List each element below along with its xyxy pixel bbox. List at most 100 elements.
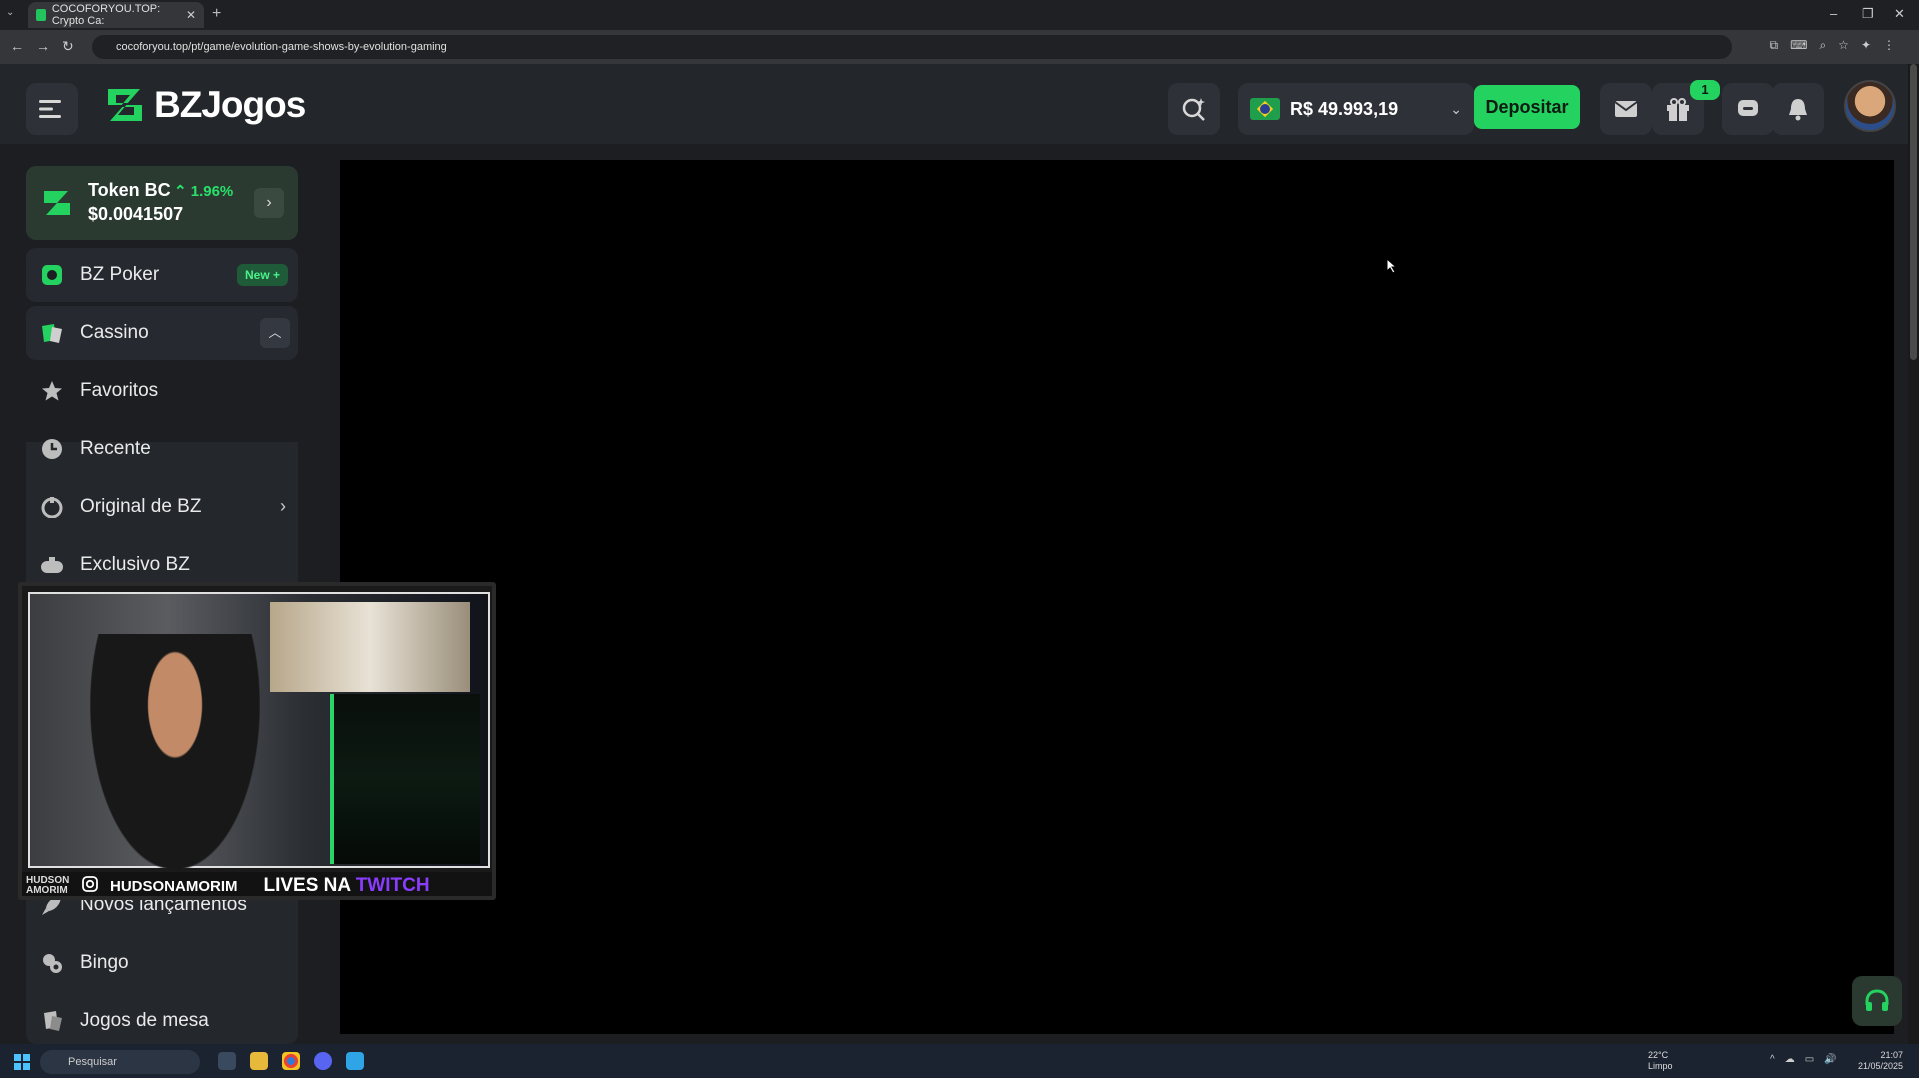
discord-icon[interactable] [314, 1052, 332, 1070]
game-frame[interactable] [340, 160, 1894, 1034]
support-button[interactable] [1852, 976, 1902, 1026]
streamer-brand: HUDSON AMORIM [26, 875, 70, 896]
token-price: $0.0041507 [88, 204, 184, 224]
notifications-button[interactable] [1772, 83, 1824, 135]
twitch-label: TWITCH [355, 875, 430, 896]
search-button[interactable] [1168, 83, 1220, 135]
background-pc [330, 694, 480, 864]
table-games-icon [40, 1009, 64, 1033]
taskbar-apps [218, 1052, 364, 1070]
sidebar-item-label: BZ Poker [80, 264, 160, 285]
new-badge: New + [236, 264, 288, 286]
chat-icon [1738, 100, 1758, 116]
deposit-button[interactable]: Depositar [1474, 85, 1580, 129]
chevron-up-icon[interactable]: ︿ [260, 318, 290, 348]
chevron-down-icon: ⌄ [1450, 100, 1462, 117]
streamer-handle: HUDSONAMORIM [110, 877, 238, 895]
balance-amount: R$ 49.993,19 [1290, 98, 1399, 119]
volume-icon[interactable]: 🔊 [1824, 1054, 1836, 1065]
star-icon [40, 379, 64, 403]
sidebar-item-label: Original de BZ [80, 496, 202, 517]
sidebar-item-bingo[interactable]: Bingo [26, 936, 298, 990]
sidebar-item-bz-poker[interactable]: BZ Poker New + [26, 248, 298, 302]
tray-chevron-icon[interactable]: ^ [1770, 1054, 1775, 1065]
messages-button[interactable] [1600, 83, 1652, 135]
webcam-caption-bar: HUDSON AMORIM HUDSONAMORIM LIVES NA TWIT… [22, 872, 492, 897]
sidebar-item-cassino[interactable]: Cassino ︿ [26, 306, 298, 360]
install-app-icon[interactable]: ⧉ [1770, 38, 1779, 53]
extension-icon[interactable]: ✦ [1861, 38, 1871, 53]
notepad-icon[interactable] [346, 1052, 364, 1070]
network-icon[interactable]: ☁ [1785, 1054, 1795, 1065]
site-logo[interactable]: BZJogos [104, 84, 306, 126]
site-header: BZJogos R$ 49.993,19 ⌄ Depositar 1 [0, 64, 1919, 144]
sidebar-item-jogos-de-mesa[interactable]: Jogos de mesa [26, 994, 298, 1048]
bz-logo-icon [108, 89, 142, 121]
gift-count-badge: 1 [1690, 80, 1720, 100]
casino-cards-icon [40, 321, 64, 345]
original-games-icon [40, 495, 64, 519]
background-shelf [270, 602, 470, 692]
translate-icon[interactable]: ⌨ [1790, 38, 1807, 53]
menu-toggle-button[interactable] [26, 83, 78, 135]
sidebar-item-label: Recente [80, 438, 151, 459]
url-field[interactable]: cocoforyou.top/pt/game/evolution-game-sh… [92, 35, 1732, 59]
taskbar-search[interactable]: Pesquisar [40, 1050, 200, 1074]
sidebar-item-label: Bingo [80, 952, 129, 973]
windows-start-icon[interactable] [14, 1054, 30, 1070]
weather-widget[interactable]: 22°C Limpo [1648, 1050, 1673, 1072]
task-view-icon[interactable] [218, 1052, 236, 1070]
page-scrollbar[interactable] [1908, 64, 1919, 1044]
sidebar-item-label: Exclusivo BZ [80, 554, 190, 575]
forward-icon[interactable]: → [36, 38, 50, 54]
browser-tab[interactable]: COCOFORYOU.TOP: Crypto Ca: ✕ [28, 2, 204, 28]
sidebar-item-recente[interactable]: Recente [26, 422, 298, 476]
taskbar-clock[interactable]: 21:07 21/05/2025 [1858, 1050, 1903, 1072]
chevron-right-icon: › [280, 496, 286, 516]
browser-tab-bar: ⌄ COCOFORYOU.TOP: Crypto Ca: ✕ + – ❐ ✕ [0, 0, 1919, 30]
temperature: 22°C [1648, 1050, 1669, 1060]
scrollbar-thumb[interactable] [1910, 64, 1917, 360]
bookmark-star-icon[interactable]: ☆ [1838, 38, 1849, 53]
sidebar-item-original-bz[interactable]: Original de BZ › [26, 480, 298, 534]
logo-text: BZJogos [154, 84, 306, 125]
restore-icon[interactable]: ❐ [1862, 6, 1874, 22]
chat-button[interactable] [1722, 83, 1774, 135]
token-bc-card[interactable]: Token BC ⌃ 1.96% $0.0041507 › [26, 166, 298, 240]
user-avatar[interactable] [1844, 80, 1896, 132]
mail-icon [1614, 101, 1638, 117]
chrome-icon[interactable] [282, 1052, 300, 1070]
display-icon[interactable]: ▭ [1805, 1054, 1814, 1065]
reload-icon[interactable]: ↻ [62, 38, 74, 55]
file-explorer-icon[interactable] [250, 1052, 268, 1070]
tab-close-icon[interactable]: ✕ [186, 8, 196, 22]
weather-condition: Limpo [1648, 1061, 1673, 1071]
bz-token-icon [44, 191, 70, 215]
chevron-right-icon[interactable]: › [254, 188, 284, 218]
minimize-icon[interactable]: – [1830, 6, 1837, 21]
instagram-icon [82, 875, 98, 897]
token-name: Token BC [88, 180, 171, 200]
headset-icon [1865, 989, 1889, 1011]
window-close-icon[interactable]: ✕ [1894, 6, 1905, 22]
back-icon[interactable]: ← [10, 38, 24, 54]
gift-icon [1667, 98, 1689, 121]
hamburger-icon [39, 100, 61, 118]
sidebar-item-label: Cassino [80, 322, 149, 343]
webcam-video [28, 592, 490, 870]
browser-address-bar: ← → ↻ cocoforyou.top/pt/game/evolution-g… [0, 30, 1919, 64]
zoom-icon[interactable]: ⌕ [1819, 38, 1826, 53]
new-tab-button[interactable]: + [212, 5, 221, 23]
sidebar-item-label: Favoritos [80, 380, 159, 401]
tab-list-dropdown-icon[interactable]: ⌄ [6, 7, 14, 18]
bingo-balls-icon [40, 951, 64, 975]
streamer-webcam-overlay: HUDSON AMORIM HUDSONAMORIM LIVES NA TWIT… [18, 582, 496, 900]
browser-menu-icon[interactable]: ⋮ [1883, 38, 1895, 53]
balance-selector[interactable]: R$ 49.993,19 ⌄ [1238, 83, 1474, 135]
system-tray: ^ ☁ ▭ 🔊 [1770, 1054, 1837, 1065]
url-actions: ⧉ ⌨ ⌕ ☆ ✦ ⋮ [1770, 38, 1895, 53]
token-change: ⌃ 1.96% [174, 183, 234, 200]
os-taskbar: Pesquisar 22°C Limpo ^ ☁ ▭ 🔊 21:07 21/05… [0, 1044, 1919, 1078]
lives-caption: LIVES NA TWITCH [263, 875, 430, 896]
sidebar-item-favoritos[interactable]: Favoritos [26, 364, 298, 418]
